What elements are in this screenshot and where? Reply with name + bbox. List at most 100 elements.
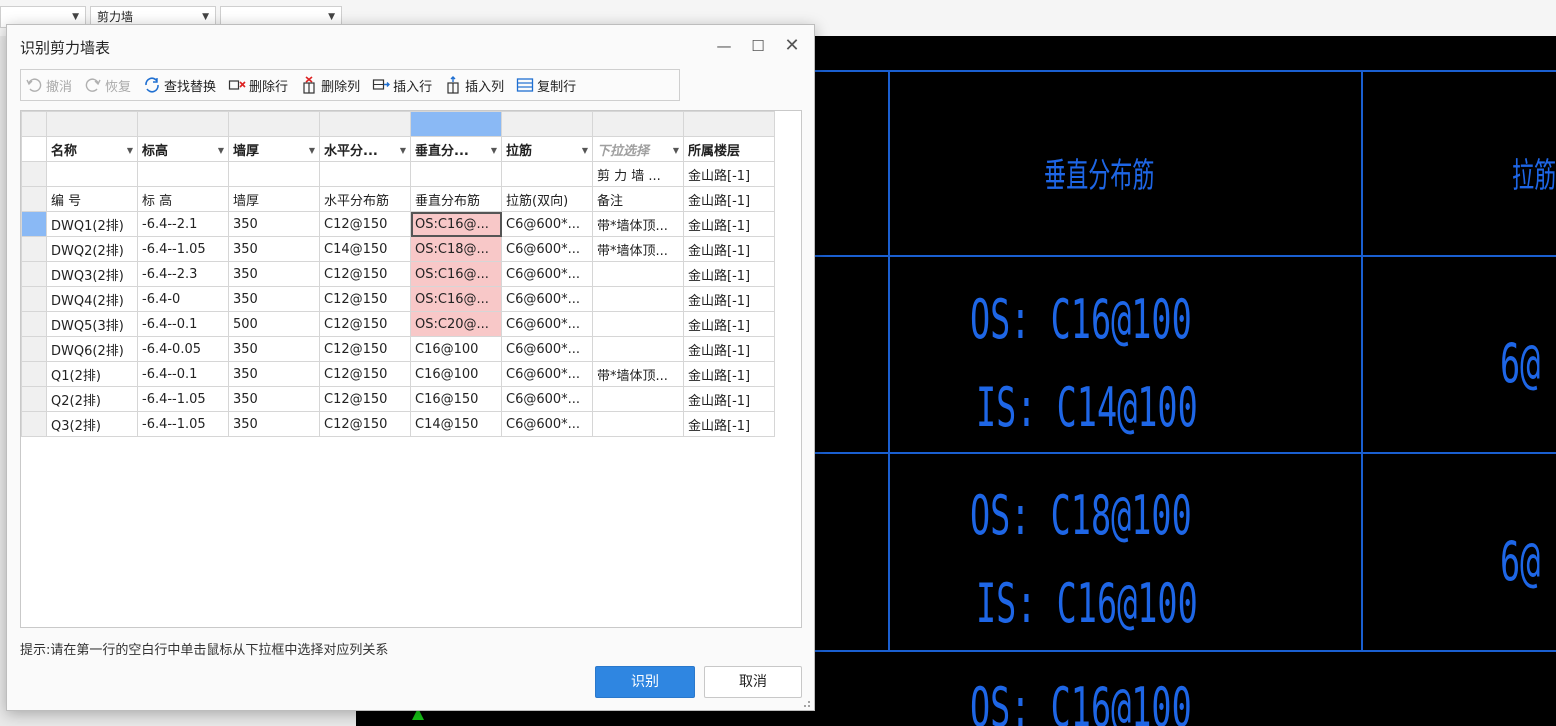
table-cell[interactable]: C12@150 xyxy=(319,311,411,337)
table-cell[interactable]: DWQ2(2排) xyxy=(46,236,138,262)
column-selector[interactable] xyxy=(501,111,593,137)
table-cell[interactable]: C16@100 xyxy=(410,361,502,387)
table-cell[interactable]: C14@150 xyxy=(319,236,411,262)
cancel-button[interactable]: 取消 xyxy=(704,666,802,698)
minimize-icon[interactable]: — xyxy=(713,35,735,57)
table-cell[interactable]: 带*墙体顶... xyxy=(592,236,684,262)
table-cell[interactable]: -6.4--1.05 xyxy=(137,411,229,437)
table-cell[interactable]: 拉筋(双向) xyxy=(501,186,593,212)
mapping-dropdown-thickness[interactable]: 墙厚 ▼ xyxy=(228,136,320,162)
table-cell[interactable]: 金山路[-1] xyxy=(683,236,775,262)
table-cell[interactable]: -6.4--1.05 xyxy=(137,236,229,262)
mapping-dropdown-horizontal-bars[interactable]: 水平分... ▼ xyxy=(319,136,411,162)
table-cell[interactable]: C12@150 xyxy=(319,386,411,412)
table-cell[interactable]: 金山路[-1] xyxy=(683,286,775,312)
row-header[interactable] xyxy=(21,286,47,312)
column-selector[interactable] xyxy=(228,111,320,137)
row-header[interactable] xyxy=(21,161,47,187)
maximize-icon[interactable]: ☐ xyxy=(747,35,769,57)
find-replace-button[interactable]: 查找替换 xyxy=(143,76,216,95)
column-selector[interactable] xyxy=(137,111,229,137)
table-cell[interactable]: OS:C18@... xyxy=(410,236,502,262)
row-header-selected[interactable] xyxy=(21,211,47,237)
table-cell[interactable]: C12@150 xyxy=(319,411,411,437)
table-cell[interactable] xyxy=(592,336,684,362)
table-cell[interactable]: C6@600*... xyxy=(501,311,593,337)
table-cell[interactable]: -6.4--1.05 xyxy=(137,386,229,412)
insert-col-button[interactable]: 插入列 xyxy=(444,76,504,95)
table-cell[interactable]: C6@600*... xyxy=(501,261,593,287)
close-icon[interactable]: ✕ xyxy=(781,35,803,57)
table-cell[interactable] xyxy=(137,161,229,187)
table-cell[interactable]: OS:C16@... xyxy=(410,261,502,287)
delete-col-button[interactable]: 删除列 xyxy=(300,76,360,95)
row-header[interactable] xyxy=(21,186,47,212)
table-cell[interactable]: C16@150 xyxy=(410,386,502,412)
table-cell[interactable]: DWQ6(2排) xyxy=(46,336,138,362)
table-cell[interactable]: Q1(2排) xyxy=(46,361,138,387)
column-selector-selected[interactable] xyxy=(410,111,502,137)
table-cell[interactable]: 金山路[-1] xyxy=(683,311,775,337)
table-cell[interactable] xyxy=(46,161,138,187)
recognize-button[interactable]: 识别 xyxy=(595,666,695,698)
table-cell[interactable]: DWQ3(2排) xyxy=(46,261,138,287)
corner-cell[interactable] xyxy=(21,111,47,137)
table-cell[interactable]: Q2(2排) xyxy=(46,386,138,412)
table-cell[interactable]: C12@150 xyxy=(319,211,411,237)
shear-wall-table-grid[interactable]: 名称 ▼ 标高 ▼ 墙厚 ▼ 水平分... ▼ 垂直分... ▼ 拉筋 ▼ 下拉选择 ▼ 所属… xyxy=(20,110,802,628)
table-cell[interactable] xyxy=(228,161,320,187)
table-cell[interactable]: -6.4--0.1 xyxy=(137,311,229,337)
table-cell[interactable]: 金山路[-1] xyxy=(683,361,775,387)
row-header[interactable] xyxy=(21,336,47,362)
mapping-dropdown-unassigned[interactable]: 下拉选择 ▼ xyxy=(592,136,684,162)
row-header[interactable] xyxy=(21,386,47,412)
table-cell[interactable]: 金山路[-1] xyxy=(683,161,775,187)
table-cell[interactable]: 500 xyxy=(228,311,320,337)
table-cell[interactable]: OS:C16@... xyxy=(410,286,502,312)
table-cell[interactable]: 墙厚 xyxy=(228,186,320,212)
table-cell[interactable] xyxy=(501,161,593,187)
row-header[interactable] xyxy=(21,236,47,262)
mapping-dropdown-elevation[interactable]: 标高 ▼ xyxy=(137,136,229,162)
table-cell[interactable]: -6.4-0 xyxy=(137,286,229,312)
table-cell[interactable]: -6.4-0.05 xyxy=(137,336,229,362)
row-header[interactable] xyxy=(21,361,47,387)
table-cell[interactable]: C6@600*... xyxy=(501,286,593,312)
table-cell[interactable]: 350 xyxy=(228,211,320,237)
table-cell[interactable]: Q3(2排) xyxy=(46,411,138,437)
table-cell[interactable]: C12@150 xyxy=(319,261,411,287)
table-cell[interactable]: 带*墙体顶... xyxy=(592,361,684,387)
table-cell[interactable]: -6.4--2.3 xyxy=(137,261,229,287)
table-cell[interactable]: -6.4--2.1 xyxy=(137,211,229,237)
table-cell[interactable]: C6@600*... xyxy=(501,386,593,412)
table-cell[interactable]: 水平分布筋 xyxy=(319,186,411,212)
table-cell[interactable]: 金山路[-1] xyxy=(683,211,775,237)
redo-button[interactable]: 恢复 xyxy=(84,76,131,95)
table-cell[interactable]: 金山路[-1] xyxy=(683,336,775,362)
table-cell[interactable]: C12@150 xyxy=(319,336,411,362)
mapping-dropdown-name[interactable]: 名称 ▼ xyxy=(46,136,138,162)
row-header[interactable] xyxy=(21,261,47,287)
table-cell[interactable]: 垂直分布筋 xyxy=(410,186,502,212)
table-cell[interactable]: C6@600*... xyxy=(501,361,593,387)
table-cell[interactable]: 金山路[-1] xyxy=(683,186,775,212)
table-cell[interactable]: 标 高 xyxy=(137,186,229,212)
resize-grip-icon[interactable] xyxy=(801,697,811,707)
table-cell[interactable]: 备注 xyxy=(592,186,684,212)
undo-button[interactable]: 撤消 xyxy=(25,76,72,95)
table-cell[interactable]: DWQ1(2排) xyxy=(46,211,138,237)
table-cell[interactable] xyxy=(592,261,684,287)
table-cell[interactable]: 350 xyxy=(228,386,320,412)
table-cell[interactable]: -6.4--0.1 xyxy=(137,361,229,387)
mapping-dropdown-floor[interactable]: 所属楼层 xyxy=(683,136,775,162)
table-cell[interactable]: 剪 力 墙 ... xyxy=(592,161,684,187)
table-cell[interactable] xyxy=(592,286,684,312)
column-selector[interactable] xyxy=(46,111,138,137)
column-selector[interactable] xyxy=(683,111,775,137)
table-cell[interactable]: C6@600*... xyxy=(501,411,593,437)
mapping-dropdown-tie-bars[interactable]: 拉筋 ▼ xyxy=(501,136,593,162)
table-cell[interactable]: C6@600*... xyxy=(501,236,593,262)
table-cell-focused[interactable]: OS:C16@... xyxy=(410,211,502,237)
row-header[interactable] xyxy=(21,311,47,337)
table-cell[interactable]: DWQ5(3排) xyxy=(46,311,138,337)
